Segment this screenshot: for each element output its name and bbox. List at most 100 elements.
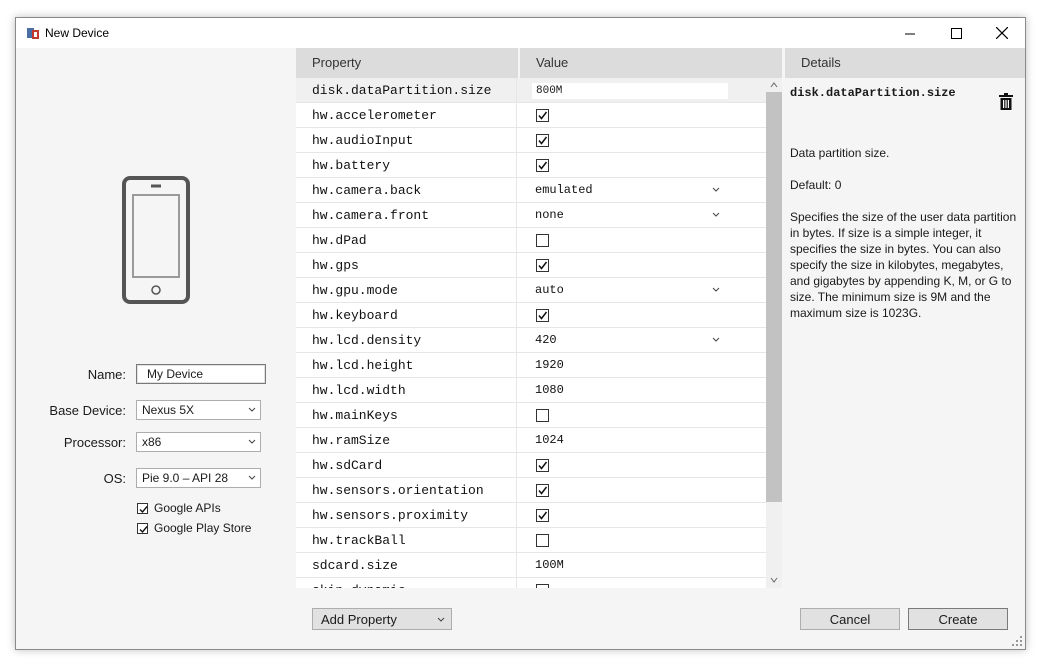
- property-row[interactable]: hw.audioInput: [296, 128, 766, 153]
- scroll-down-icon[interactable]: [770, 576, 778, 584]
- property-row[interactable]: hw.camera.back emulated: [296, 178, 766, 203]
- property-value-cell[interactable]: [516, 303, 766, 328]
- details-title: disk.dataPartition.size: [790, 86, 956, 100]
- property-checkbox[interactable]: [536, 309, 549, 322]
- scrollbar-thumb[interactable]: [766, 92, 782, 502]
- property-row[interactable]: hw.lcd.height 1920: [296, 353, 766, 378]
- property-checkbox[interactable]: [536, 484, 549, 497]
- google-apis-checkbox[interactable]: Google APIs: [137, 501, 221, 515]
- cancel-button[interactable]: Cancel: [800, 608, 900, 630]
- close-button[interactable]: [979, 18, 1025, 48]
- property-value-dropdown[interactable]: 420: [535, 328, 557, 353]
- property-row[interactable]: hw.dPad: [296, 228, 766, 253]
- property-row[interactable]: hw.sdCard: [296, 453, 766, 478]
- chevron-down-icon: [248, 475, 256, 480]
- property-checkbox[interactable]: [536, 234, 549, 247]
- property-value-cell[interactable]: [516, 453, 766, 478]
- property-value-cell[interactable]: [516, 103, 766, 128]
- property-checkbox[interactable]: [536, 459, 549, 472]
- property-name: hw.accelerometer: [312, 108, 437, 123]
- property-value-cell[interactable]: [516, 153, 766, 178]
- property-value-text: 1080: [535, 383, 564, 397]
- property-row[interactable]: skin.dynamic: [296, 578, 766, 588]
- chevron-down-icon: [712, 212, 720, 217]
- property-row[interactable]: hw.gpu.mode auto: [296, 278, 766, 303]
- property-row[interactable]: hw.keyboard: [296, 303, 766, 328]
- property-row[interactable]: hw.trackBall: [296, 528, 766, 553]
- property-row[interactable]: hw.accelerometer: [296, 103, 766, 128]
- property-checkbox[interactable]: [536, 259, 549, 272]
- title-bar[interactable]: New Device: [16, 18, 1025, 48]
- google-apis-label: Google APIs: [154, 501, 221, 515]
- checkmark-icon: [538, 461, 548, 470]
- property-value-cell[interactable]: 800M: [516, 78, 766, 103]
- property-checkbox[interactable]: [536, 159, 549, 172]
- property-value-dropdown[interactable]: auto: [535, 278, 564, 303]
- property-row[interactable]: hw.ramSize 1024: [296, 428, 766, 453]
- property-value-cell[interactable]: 100M: [516, 553, 766, 578]
- property-value-cell[interactable]: emulated: [516, 178, 766, 203]
- property-value-dropdown[interactable]: emulated: [535, 178, 593, 203]
- property-name: hw.battery: [312, 158, 391, 173]
- base-device-dropdown[interactable]: Nexus 5X: [136, 400, 261, 420]
- property-column-header[interactable]: Property: [296, 48, 518, 78]
- details-header: Details: [785, 48, 1025, 78]
- checkmark-icon: [538, 161, 548, 170]
- os-dropdown[interactable]: Pie 9.0 – API 28: [136, 468, 261, 488]
- property-row[interactable]: hw.sensors.proximity: [296, 503, 766, 528]
- property-value-cell[interactable]: [516, 128, 766, 153]
- property-value-cell[interactable]: none: [516, 203, 766, 228]
- checkmark-icon: [538, 311, 548, 320]
- property-value-cell[interactable]: [516, 228, 766, 253]
- property-checkbox[interactable]: [536, 584, 549, 588]
- property-checkbox[interactable]: [536, 109, 549, 122]
- maximize-button[interactable]: [933, 18, 979, 48]
- processor-label: Processor:: [63, 435, 126, 450]
- os-value: Pie 9.0 – API 28: [142, 471, 229, 485]
- property-row[interactable]: hw.battery: [296, 153, 766, 178]
- details-default: Default: 0: [790, 178, 842, 192]
- property-value-cell[interactable]: 420: [516, 328, 766, 353]
- add-property-dropdown[interactable]: Add Property: [312, 608, 452, 630]
- processor-dropdown[interactable]: x86: [136, 432, 261, 452]
- property-checkbox[interactable]: [536, 409, 549, 422]
- name-input[interactable]: My Device: [136, 364, 266, 384]
- property-row[interactable]: hw.mainKeys: [296, 403, 766, 428]
- property-row[interactable]: hw.lcd.width 1080: [296, 378, 766, 403]
- property-value-cell[interactable]: auto: [516, 278, 766, 303]
- property-row[interactable]: hw.lcd.density 420: [296, 328, 766, 353]
- property-row[interactable]: hw.sensors.orientation: [296, 478, 766, 503]
- property-value-input[interactable]: 800M: [531, 82, 729, 100]
- create-button[interactable]: Create: [908, 608, 1008, 630]
- property-value-cell[interactable]: [516, 403, 766, 428]
- property-value-cell[interactable]: [516, 253, 766, 278]
- property-value-cell[interactable]: [516, 478, 766, 503]
- property-row[interactable]: hw.gps: [296, 253, 766, 278]
- property-checkbox[interactable]: [536, 134, 549, 147]
- value-column-header[interactable]: Value: [520, 48, 782, 78]
- property-value-cell[interactable]: [516, 503, 766, 528]
- checkmark-icon: [139, 525, 148, 533]
- property-value-dropdown[interactable]: none: [535, 203, 564, 228]
- property-row[interactable]: sdcard.size 100M: [296, 553, 766, 578]
- property-value-cell[interactable]: [516, 528, 766, 553]
- property-row[interactable]: hw.camera.front none: [296, 203, 766, 228]
- checkmark-icon: [538, 486, 548, 495]
- property-value-cell[interactable]: [516, 578, 766, 588]
- resize-grip-icon[interactable]: [1011, 635, 1023, 647]
- property-name: skin.dynamic: [312, 578, 406, 588]
- scroll-up-icon[interactable]: [770, 81, 778, 89]
- delete-icon[interactable]: [999, 93, 1013, 110]
- property-value-cell[interactable]: 1920: [516, 353, 766, 378]
- property-name: disk.dataPartition.size: [312, 83, 492, 98]
- property-grid[interactable]: skin.dynamic sdcard.size 100M hw.trackBall h…: [296, 78, 782, 588]
- property-checkbox[interactable]: [536, 509, 549, 522]
- google-play-store-checkbox[interactable]: Google Play Store: [137, 521, 251, 535]
- minimize-button[interactable]: [887, 18, 933, 48]
- property-value-cell[interactable]: 1024: [516, 428, 766, 453]
- property-value-cell[interactable]: 1080: [516, 378, 766, 403]
- property-checkbox[interactable]: [536, 534, 549, 547]
- property-row[interactable]: disk.dataPartition.size 800M: [296, 78, 766, 103]
- base-device-label: Base Device:: [49, 403, 126, 418]
- name-label: Name:: [87, 367, 126, 382]
